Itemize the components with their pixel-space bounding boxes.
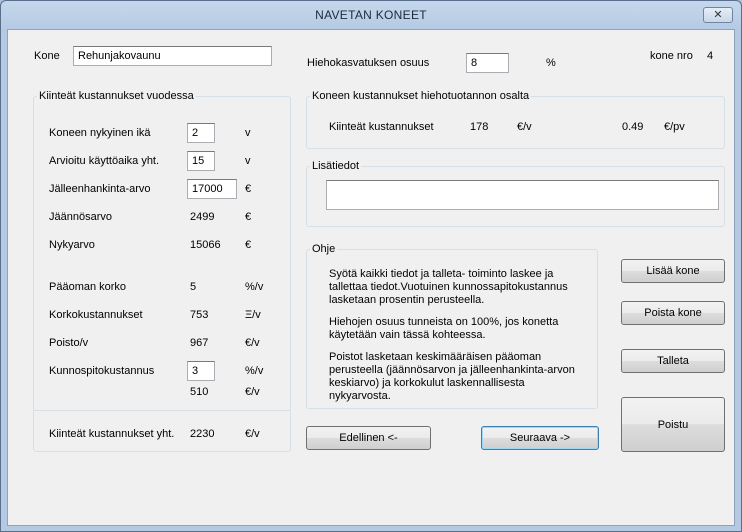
help-title: Ohje [310,243,338,256]
title-bar: NAVETAN KONEET ✕ [1,1,741,29]
maintenance-input[interactable]: 3 [187,361,215,381]
total-value: 2230 [190,428,215,440]
heifer-per-day-value: 0.49 [622,121,644,133]
total-separator [34,410,290,411]
total-label: Kiinteät kustannukset yht. [49,428,175,440]
current-value-unit: € [245,239,252,251]
extra-info-title: Lisätiedot [310,160,362,173]
replacement-input[interactable]: 17000 [187,179,237,199]
life-label: Arvioitu käyttöaika yht. [49,155,160,167]
kone-nro-value: 4 [707,50,714,62]
delete-machine-button[interactable]: Poista kone [621,301,725,325]
heifer-fixed-value: 178 [470,121,489,133]
window-title: NAVETAN KONEET [315,8,427,22]
residual-value: 2499 [190,211,215,223]
age-input[interactable]: 2 [187,123,215,143]
fixed-costs-group: Kiinteät kustannukset vuodessa [33,90,291,452]
kone-label: Kone [34,50,60,62]
interest-cost-unit: Ξ/v [245,309,261,321]
residual-unit: € [245,211,252,223]
hieho-share-label: Hiehokasvatuksen osuus [307,57,430,69]
exit-button[interactable]: Poistu [621,397,725,452]
hieho-share-unit: % [546,57,556,69]
replacement-label: Jälleenhankinta-arvo [49,183,151,195]
kone-name-input[interactable]: Rehunjakovaunu [73,46,272,66]
age-unit: v [245,127,251,139]
depreciation-unit: €/v [245,337,260,349]
help-text: Syötä kaikki tiedot ja talleta- toiminto… [329,268,579,412]
maintenance-unit: %/v [245,365,264,377]
total-unit: €/v [245,428,260,440]
interest-label: Pääoman korko [49,281,127,293]
save-button[interactable]: Talleta [621,349,725,373]
heifer-per-day-unit: €/pv [664,121,685,133]
replacement-unit: € [245,183,252,195]
hieho-share-input[interactable]: 8 [466,53,509,73]
heifer-fixed-unit: €/v [517,121,532,133]
maintenance-cost-unit: €/v [245,386,260,398]
kone-nro-label: kone nro [650,50,693,62]
help-group: Ohje Syötä kaikki tiedot ja talleta- toi… [306,243,598,412]
current-value-label: Nykyarvo [49,239,95,251]
depreciation-value: 967 [190,337,209,349]
age-label: Koneen nykyinen ikä [49,127,151,139]
fixed-costs-title: Kiinteät kustannukset vuodessa [37,90,196,103]
close-button[interactable]: ✕ [703,7,733,23]
residual-label: Jäännösarvo [49,211,112,223]
previous-button[interactable]: Edellinen <- [306,426,431,450]
current-value: 15066 [190,239,221,251]
heifer-costs-title: Koneen kustannukset hiehotuotannon osalt… [310,90,532,103]
help-paragraph-3: Poistot lasketaan keskimääräisen pääoman… [329,351,575,402]
form-body: Kone Rehunjakovaunu Hiehokasvatuksen osu… [7,29,735,526]
interest-value: 5 [190,281,197,293]
help-paragraph-1: Syötä kaikki tiedot ja talleta- toiminto… [329,268,568,306]
life-input[interactable]: 15 [187,151,215,171]
help-paragraph-2: Hiehojen osuus tunneista on 100%, jos ko… [329,316,559,341]
interest-cost-value: 753 [190,309,209,321]
heifer-fixed-label: Kiinteät kustannukset [329,121,434,133]
next-button[interactable]: Seuraava -> [481,426,599,450]
maintenance-cost-value: 510 [190,386,209,398]
depreciation-label: Poisto/v [49,337,89,349]
interest-unit: %/v [245,281,264,293]
maintenance-label: Kunnospitokustannus [49,365,155,377]
interest-cost-label: Korkokustannukset [49,309,143,321]
extra-info-input[interactable] [326,180,719,210]
life-unit: v [245,155,251,167]
app-window: NAVETAN KONEET ✕ Kone Rehunjakovaunu Hie… [0,0,742,532]
add-machine-button[interactable]: Lisää kone [621,259,725,283]
